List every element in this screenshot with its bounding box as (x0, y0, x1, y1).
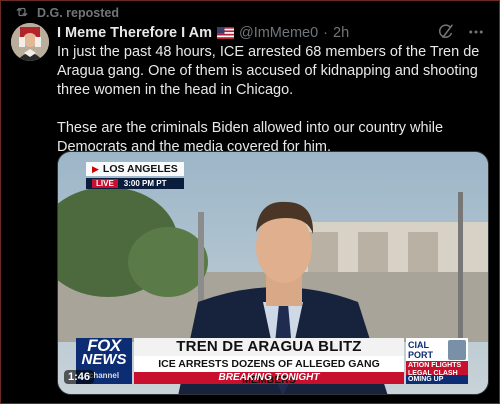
side-promo: CIAL PORT ATION FLIGHTS LEGAL CLASH OMIN… (406, 338, 468, 384)
tweet-actions (437, 23, 485, 45)
repost-indicator[interactable]: D.G. reposted (15, 5, 119, 21)
video-duration: 1:46 (64, 370, 95, 384)
breaking-banner: BREAKING TONIGHT (134, 372, 404, 384)
live-badge: LIVE (92, 179, 118, 188)
chyron-band: TREN DE ARAGUA BLITZ ICE ARRESTS DOZENS … (134, 338, 404, 386)
repost-label: D.G. reposted (37, 6, 119, 20)
chyron-subheadline: ICE ARRESTS DOZENS OF ALLEGED GANG MEMBE… (134, 356, 404, 386)
chyron: FOX NEWS channel TREN DE ARAGUA BLITZ IC… (76, 337, 468, 386)
side-promo-thumbnail (448, 340, 466, 360)
chyron-headline: TREN DE ARAGUA BLITZ (134, 338, 404, 356)
location-label: ▶ LOS ANGELES (86, 162, 184, 176)
tweet-text: In just the past 48 hours, ICE arrested … (57, 43, 489, 157)
tweet-card[interactable]: D.G. reposted I Meme Therefore I Am @ImM… (0, 0, 500, 404)
location-name: LOS ANGELES (102, 163, 178, 175)
avatar[interactable] (11, 23, 49, 61)
author-name[interactable]: I Meme Therefore I Am (57, 25, 212, 41)
author-handle[interactable]: @ImMeme0 (239, 25, 318, 41)
live-time: 3:00 PM PT (123, 179, 167, 188)
timestamp[interactable]: 2h (333, 25, 349, 41)
us-flag-icon (216, 27, 234, 39)
side-promo-coming-up: OMING UP (406, 375, 468, 384)
network-line-2: NEWS (81, 351, 127, 368)
more-icon[interactable] (467, 23, 485, 45)
separator-dot: · (323, 25, 329, 41)
repost-icon (15, 5, 29, 22)
tweet-header: I Meme Therefore I Am @ImMeme0 · 2h (57, 23, 489, 43)
grok-icon[interactable] (437, 23, 455, 45)
play-arrow-icon: ▶ (92, 163, 99, 174)
video-player[interactable]: ▶ LOS ANGELES LIVE 3:00 PM PT FOX NEWS c… (57, 151, 489, 395)
tweet-paragraph-1: In just the past 48 hours, ICE arrested … (57, 44, 480, 98)
side-promo-title: CIAL PORT (408, 340, 434, 360)
live-bar: LIVE 3:00 PM PT (86, 178, 184, 189)
location-tag: ▶ LOS ANGELES LIVE 3:00 PM PT (86, 162, 184, 189)
